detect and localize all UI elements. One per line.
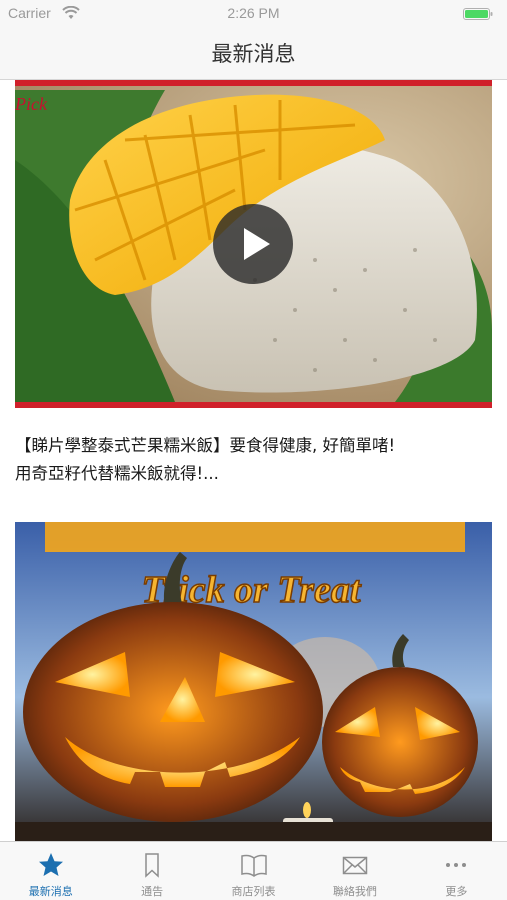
battery-icon [463,8,493,20]
post-image[interactable]: Trick or Treat [15,522,492,841]
tab-label: 更多 [445,885,468,898]
tab-label: 商店列表 [231,885,276,898]
halloween-pumpkins-image: Trick or Treat [15,522,492,841]
tab-label: 通告 [141,885,164,898]
status-bar: Carrier 2:26 PM [0,0,507,28]
caption-line-2: 用奇亞籽代替糯米飯就得!... [15,464,219,483]
brand-logo: Pick [15,94,48,114]
play-button[interactable] [213,204,293,284]
star-icon [38,853,63,876]
page-title: 最新消息 [211,42,296,66]
tab-store-list[interactable]: 商店列表 [203,842,304,900]
clock: 2:26 PM [227,5,280,21]
book-icon [240,854,267,877]
tab-notices[interactable]: 通告 [101,842,202,900]
caption-line-1: 【睇片學整泰式芒果糯米飯】要食得健康, 好簡單啫! [15,436,396,455]
tab-latest-news[interactable]: 最新消息 [0,842,101,900]
more-icon [446,863,467,867]
news-feed[interactable]: Pick 【睇片學整泰式芒果糯米飯】要食得健康, 好簡單啫! 用奇亞籽代替糯米飯… [0,80,507,841]
tab-contact-us[interactable]: 聯絡我們 [304,842,405,900]
envelope-icon [342,856,368,875]
video-thumbnail[interactable]: Pick [15,80,492,408]
tab-label: 最新消息 [28,885,73,898]
tab-bar: 最新消息 通告 商店列表 聯絡我們 更多 [0,841,507,900]
tab-more[interactable]: 更多 [406,842,507,900]
post-caption[interactable]: 【睇片學整泰式芒果糯米飯】要食得健康, 好簡單啫! 用奇亞籽代替糯米飯就得!..… [15,432,492,488]
tab-label: 聯絡我們 [332,885,377,898]
bookmark-icon [145,853,159,878]
top-bar: Carrier 2:26 PM 最新消息 [0,0,507,80]
